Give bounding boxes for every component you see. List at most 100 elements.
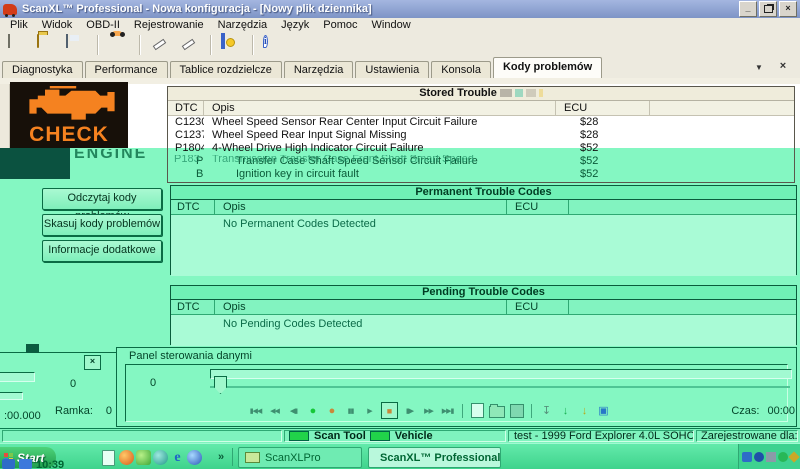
menu-jezyk[interactable]: Język: [274, 19, 316, 31]
table-row[interactable]: P1804 4-Wheel Drive High Indicator Circu…: [168, 142, 794, 155]
menu-widok[interactable]: Widok: [35, 19, 80, 31]
step-forward-icon[interactable]: ▮▶: [402, 403, 417, 418]
glitch-block: [515, 89, 523, 97]
column-header-dtc[interactable]: DTC: [171, 300, 215, 314]
column-header-dtc[interactable]: DTC: [168, 101, 204, 115]
skip-start-icon[interactable]: ▮◀◀: [248, 403, 263, 418]
volume-tray-icon[interactable]: [788, 451, 799, 462]
fast-forward-icon[interactable]: ▶▶: [421, 403, 436, 418]
table-row[interactable]: B1352 Ignition key in circuit fault $52: [168, 168, 794, 181]
wmp-icon[interactable]: [187, 450, 202, 465]
main-toolbar: i: [0, 32, 800, 58]
open-log-icon[interactable]: [489, 403, 505, 418]
play-icon[interactable]: ▶: [362, 403, 377, 418]
tab-diagnostyka[interactable]: Diagnostyka: [2, 61, 83, 78]
pda-tray-icon[interactable]: [742, 452, 752, 462]
clear-trouble-codes-button[interactable]: Skasuj kody problemów: [42, 214, 162, 236]
vehicle-icon[interactable]: [108, 35, 130, 55]
tab-close-icon[interactable]: ×: [776, 60, 790, 73]
new-log-icon[interactable]: [470, 403, 485, 418]
frame-slider-track[interactable]: [210, 386, 790, 388]
transport-separator: [531, 404, 532, 418]
glitch-fragment-line: [0, 352, 116, 353]
taskbar-item-scanxlpro[interactable]: ScanXLPro: [238, 447, 362, 468]
info-icon[interactable]: i: [263, 35, 285, 55]
record-icon[interactable]: ●: [305, 403, 320, 418]
firefox-icon[interactable]: [119, 450, 134, 465]
column-header-ecu[interactable]: ECU: [507, 200, 569, 214]
read-trouble-codes-button[interactable]: Odczytaj kody problemów: [42, 188, 162, 210]
taskbar-item-scanxl-professional[interactable]: ScanXL™ Professional...: [368, 447, 501, 468]
close-button[interactable]: ×: [779, 1, 797, 17]
glitch-block: [539, 89, 543, 97]
frame-label: Ramka:: [55, 405, 93, 417]
disconnect-icon[interactable]: [179, 35, 201, 55]
time-value: 00:00: [767, 405, 795, 417]
ie-icon[interactable]: e: [170, 450, 185, 465]
save-log-icon[interactable]: [509, 403, 524, 418]
send-icon[interactable]: ↧: [539, 403, 554, 418]
minimize-button[interactable]: _: [739, 1, 757, 17]
glitch-fragment-close-icon[interactable]: ×: [84, 355, 101, 370]
tab-narzedzia[interactable]: Narzędzia: [284, 61, 354, 78]
additional-info-button[interactable]: Informacje dodatkowe: [42, 240, 162, 262]
restore-button[interactable]: [759, 1, 777, 17]
rewind-icon[interactable]: ◀◀: [267, 403, 282, 418]
table-row[interactable]: C1237 Wheel Speed Rear Input Signal Miss…: [168, 129, 794, 142]
menu-window[interactable]: Window: [365, 19, 418, 31]
registration-info: Zarejestrowane dla: test (test): [701, 430, 798, 442]
menu-pomoc[interactable]: Pomoc: [316, 19, 364, 31]
table-row[interactable]: C1230 Wheel Speed Sensor Rear Center Inp…: [168, 116, 794, 129]
tab-kody-problemow[interactable]: Kody problemów: [493, 57, 602, 78]
restore-icon: [764, 5, 773, 13]
status-bar: Scan Tool Vehicle test - 1999 Ford Explo…: [0, 428, 800, 443]
tab-tablice-rozdzielcze[interactable]: Tablice rozdzielcze: [170, 61, 282, 78]
scan-tool-status-indicator: [289, 431, 309, 441]
menu-plik[interactable]: Plik: [3, 19, 35, 31]
menu-narzedzia[interactable]: Narzędzia: [211, 19, 275, 31]
connect-icon[interactable]: [150, 35, 172, 55]
download-green-icon[interactable]: ↓: [558, 403, 573, 418]
playback-progress-channel[interactable]: [210, 369, 792, 379]
tab-performance[interactable]: Performance: [85, 61, 168, 78]
dashboard-icon[interactable]: ▣: [596, 403, 611, 418]
new-file-icon[interactable]: [8, 35, 30, 55]
time-counter: Czas: 00:00: [731, 405, 795, 417]
glitch-fragment-block: [26, 344, 39, 353]
skip-end-icon[interactable]: ▶▶▮: [440, 403, 455, 418]
playback-controls: ▮◀◀ ◀◀ ◀▮ ● ● ▮▮ ▶ ■ ▮▶ ▶▶ ▶▶▮ ↧ ↓ ↓ ▣: [248, 402, 611, 419]
tab-list-dropdown-icon[interactable]: ▼: [752, 63, 766, 75]
column-header-opis[interactable]: Opis: [215, 200, 507, 214]
notepad-icon[interactable]: [102, 450, 115, 466]
plugin-grid-icon[interactable]: [221, 35, 243, 55]
network-tray-icon[interactable]: [766, 452, 776, 462]
step-back-icon[interactable]: ◀▮: [286, 403, 301, 418]
download-yellow-icon[interactable]: ↓: [577, 403, 592, 418]
column-header-ecu[interactable]: ECU: [507, 300, 569, 314]
quick-launch-overflow-chevron[interactable]: »: [218, 451, 224, 463]
menu-obd2[interactable]: OBD-II: [79, 19, 127, 31]
no-permanent-codes-message: No Permanent Codes Detected: [223, 218, 376, 230]
left-edge-strip: [0, 84, 10, 148]
snapshot-icon[interactable]: ●: [324, 403, 339, 418]
column-header-opis[interactable]: Opis: [204, 101, 556, 115]
engine-icon: [21, 86, 117, 122]
stop-icon[interactable]: ■: [381, 402, 398, 419]
save-icon[interactable]: [66, 35, 88, 55]
table-row-glitched[interactable]: P183P1836 Transmission Transfer Case Fro…: [168, 155, 794, 168]
shield-tray-icon[interactable]: [778, 452, 788, 462]
open-file-icon[interactable]: [37, 35, 59, 55]
display-tray-icon[interactable]: [754, 452, 764, 462]
menu-rejestrowanie[interactable]: Rejestrowanie: [127, 19, 211, 31]
column-header-ecu[interactable]: ECU: [556, 101, 650, 115]
mediaplayer-icon[interactable]: [153, 450, 168, 465]
tab-konsola[interactable]: Konsola: [431, 61, 491, 78]
time-label: Czas:: [731, 405, 759, 417]
messenger-icon[interactable]: [136, 450, 151, 465]
column-header-dtc[interactable]: DTC: [171, 200, 215, 214]
dtc-ecu: $52: [556, 142, 650, 155]
glitch-block: [500, 89, 512, 97]
column-header-opis[interactable]: Opis: [215, 300, 507, 314]
tab-ustawienia[interactable]: Ustawienia: [355, 61, 429, 78]
pause-icon[interactable]: ▮▮: [343, 403, 358, 418]
